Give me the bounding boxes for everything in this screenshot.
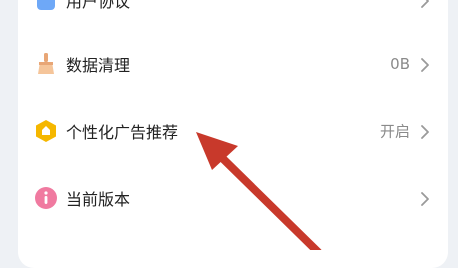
chevron-right-icon: [420, 0, 430, 8]
chevron-right-icon: [420, 191, 430, 206]
settings-row-label: 当前版本: [66, 190, 131, 209]
info-icon: [34, 186, 58, 210]
document-icon: [34, 0, 58, 12]
broom-icon: [34, 52, 58, 76]
settings-row-user-agreement[interactable]: 用户协议: [18, 0, 448, 30]
settings-row-personalized-ads[interactable]: 个性化广告推荐 开启: [18, 101, 448, 161]
chevron-right-icon: [420, 124, 430, 139]
settings-card: 用户协议 数据清理 0B 个性化广告推荐 开启 当前版本: [18, 0, 448, 268]
settings-row-label: 数据清理: [66, 56, 131, 75]
data-size-value: 0B: [390, 55, 410, 73]
settings-row-label: 用户协议: [66, 0, 131, 11]
ads-status-value: 开启: [379, 122, 410, 141]
settings-row-current-version[interactable]: 当前版本: [18, 168, 448, 228]
settings-row-data-cleanup[interactable]: 数据清理 0B: [18, 34, 448, 94]
hexagon-badge-icon: [34, 119, 58, 143]
settings-row-label: 个性化广告推荐: [66, 123, 179, 142]
chevron-right-icon: [420, 57, 430, 72]
